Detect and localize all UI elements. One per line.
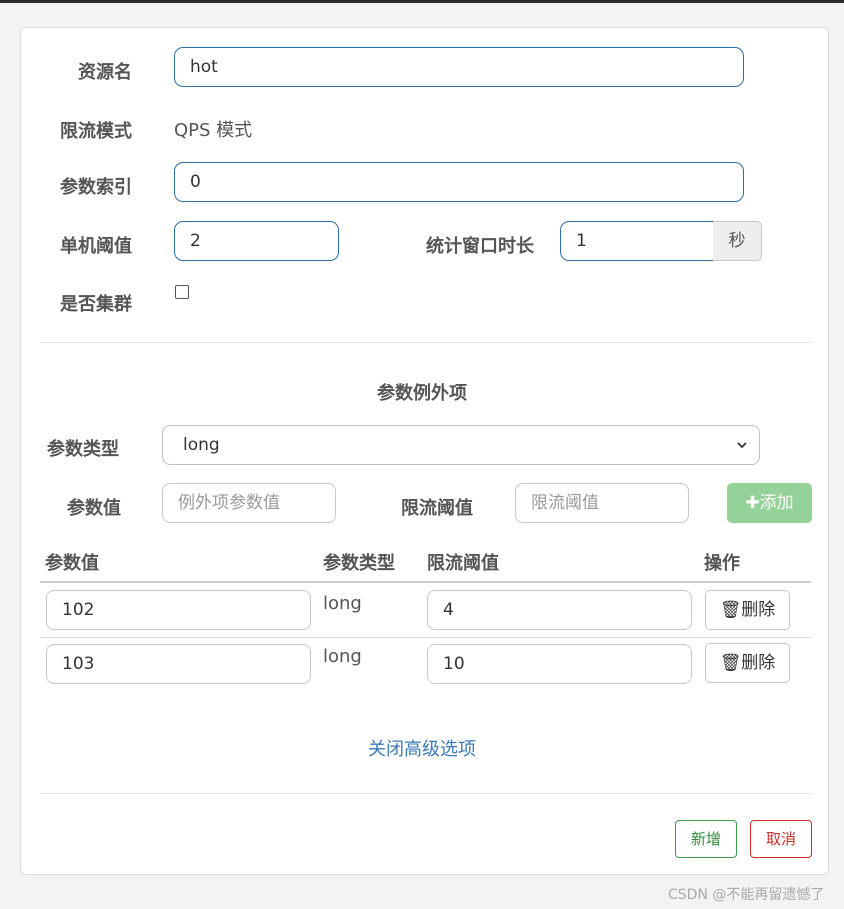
row-limit-input[interactable]: 10 (427, 644, 692, 684)
table-header-value: 参数值 (45, 553, 99, 574)
window-duration-input[interactable]: 1 (560, 221, 714, 261)
limit-mode-value: QPS 模式 (174, 120, 253, 141)
rule-dialog: 资源名 hot 限流模式 QPS 模式 参数索引 0 单机阈值 2 统计窗口时长… (20, 27, 829, 875)
param-type-selected: long (183, 435, 220, 455)
row-type: long (323, 593, 362, 614)
row-value-input[interactable]: 103 (46, 644, 311, 684)
window-unit-addon: 秒 (713, 221, 762, 261)
exception-limit-label: 限流阈值 (401, 498, 473, 519)
delete-label: 删除 (741, 653, 776, 673)
delete-label: 删除 (741, 600, 776, 620)
trash-icon: 🗑 (719, 600, 742, 620)
chevron-down-icon (737, 442, 747, 449)
row-limit-input[interactable]: 4 (427, 590, 692, 630)
top-bar (0, 0, 844, 3)
param-index-input[interactable]: 0 (174, 162, 744, 202)
row-type: long (323, 646, 362, 667)
cluster-checkbox[interactable] (175, 285, 189, 299)
table-header-limit: 限流阈值 (427, 553, 499, 574)
plus-icon: ✚ (745, 493, 760, 513)
threshold-label: 单机阈值 (60, 236, 132, 257)
cluster-label: 是否集群 (60, 294, 132, 315)
divider (40, 342, 811, 343)
param-type-select[interactable]: long (162, 425, 760, 465)
resource-name-input[interactable]: hot (174, 47, 744, 87)
table-header-type: 参数类型 (323, 553, 395, 574)
exception-value-input[interactable]: 例外项参数值 (162, 483, 336, 523)
delete-row-button[interactable]: 🗑删除 (705, 643, 790, 683)
row-value-input[interactable]: 102 (46, 590, 311, 630)
trash-icon: 🗑 (719, 653, 742, 673)
cancel-button[interactable]: 取消 (750, 820, 812, 858)
exception-limit-input[interactable]: 限流阈值 (515, 483, 689, 523)
param-index-label: 参数索引 (60, 177, 132, 198)
window-duration-label: 统计窗口时长 (426, 236, 534, 257)
delete-row-button[interactable]: 🗑删除 (705, 590, 790, 630)
add-exception-label: 添加 (759, 493, 794, 513)
watermark: CSDN @不能再留遗憾了 (668, 887, 825, 903)
add-exception-button[interactable]: ✚添加 (727, 483, 812, 523)
footer-divider (40, 793, 811, 794)
limit-mode-label: 限流模式 (60, 121, 132, 142)
close-advanced-options-link[interactable]: 关闭高级选项 (368, 735, 476, 761)
add-rule-button[interactable]: 新增 (675, 820, 737, 858)
table-header-divider (40, 581, 811, 583)
resource-name-label: 资源名 (78, 62, 132, 83)
row-divider (40, 637, 811, 638)
threshold-input[interactable]: 2 (174, 221, 339, 261)
table-header-action: 操作 (704, 553, 740, 574)
param-type-label: 参数类型 (47, 439, 119, 460)
exceptions-title: 参数例外项 (377, 383, 467, 404)
exception-value-label: 参数值 (67, 498, 121, 519)
